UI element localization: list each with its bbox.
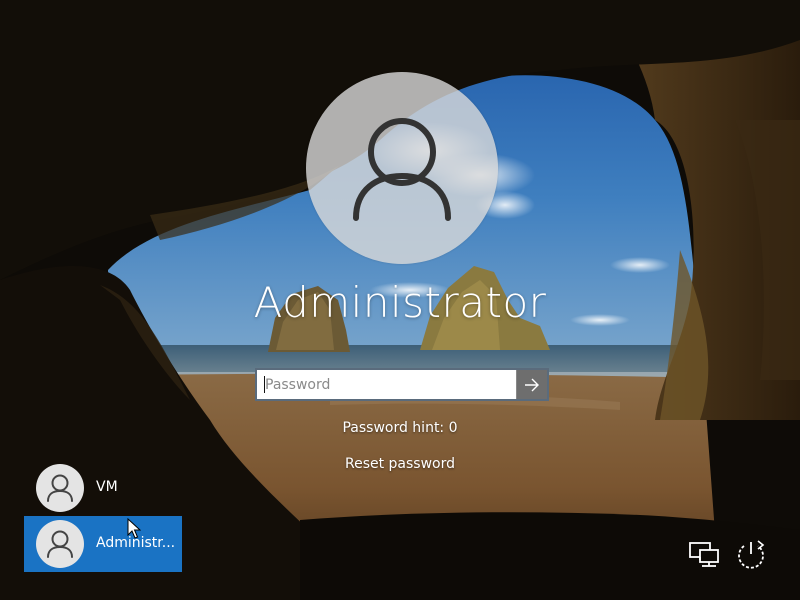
user-tile-vm[interactable]: VM <box>24 460 182 516</box>
user-avatar <box>36 464 84 512</box>
mouse-cursor-icon <box>127 518 141 539</box>
text-caret <box>264 376 265 393</box>
network-button[interactable] <box>687 538 721 572</box>
arrow-right-icon <box>525 378 539 391</box>
submit-button[interactable] <box>516 370 547 399</box>
user-icon <box>47 474 73 502</box>
username-label: Administrator <box>253 278 547 327</box>
password-box <box>255 368 549 401</box>
user-icon <box>47 530 73 558</box>
user-tile-administrator[interactable]: Administr... <box>24 516 182 572</box>
user-name: VM <box>96 479 118 495</box>
user-avatar-large <box>306 72 498 264</box>
password-hint: Password hint: 0 <box>342 420 458 436</box>
reset-password-link[interactable]: Reset password <box>200 456 600 472</box>
user-avatar <box>36 520 84 568</box>
password-input[interactable] <box>257 370 517 399</box>
network-icon <box>689 542 719 567</box>
power-button[interactable] <box>734 538 768 572</box>
user-icon <box>353 118 451 221</box>
lock-screen: Administrator Password hint: 0 Reset pas… <box>0 0 800 600</box>
power-icon <box>738 540 765 569</box>
